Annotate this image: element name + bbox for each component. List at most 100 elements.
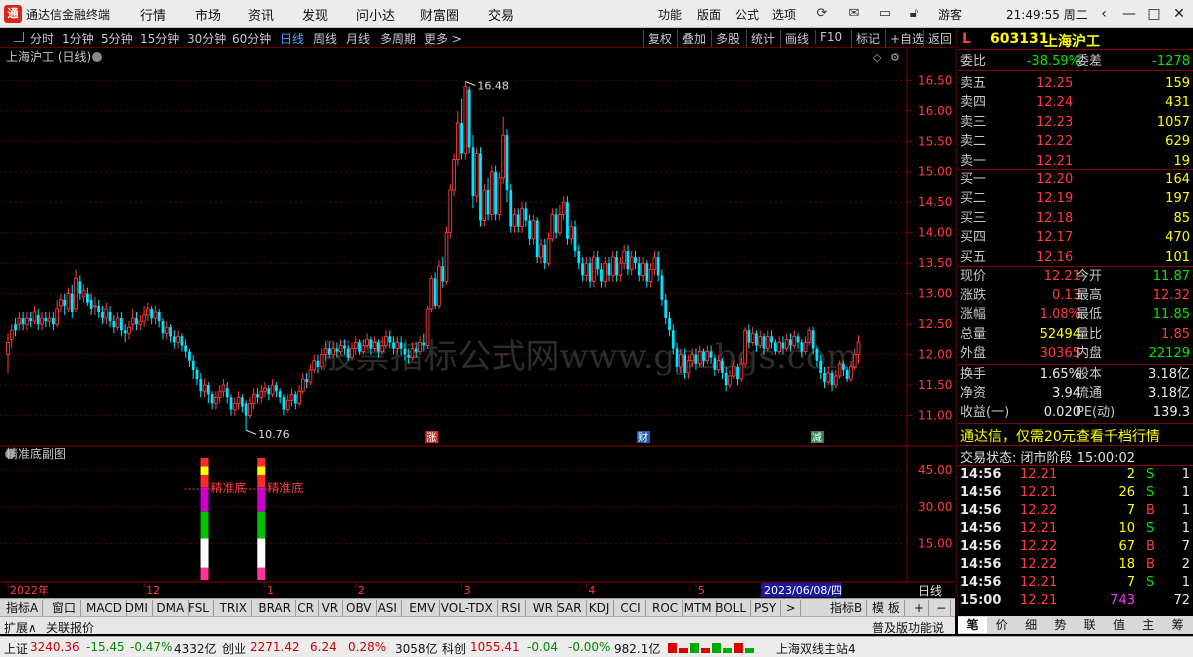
timeframe-tab[interactable]: 周线 xyxy=(313,30,337,47)
detail-tab[interactable]: 价 xyxy=(987,617,1016,633)
collapse-icon[interactable] xyxy=(14,32,24,42)
timeframe-tab[interactable]: 分时 xyxy=(30,30,54,47)
detail-tab[interactable]: 值 xyxy=(1105,617,1134,633)
detail-tab[interactable]: 笔 xyxy=(958,617,987,633)
indicator-tab[interactable]: CR xyxy=(293,600,319,616)
indicator-tab[interactable]: EMV xyxy=(405,600,441,616)
candle-body xyxy=(577,251,581,264)
minimize-button[interactable]: — xyxy=(1117,3,1141,25)
chart-tool-button[interactable]: +自选 xyxy=(885,30,924,47)
detail-tab[interactable]: 筹 xyxy=(1163,617,1192,633)
indicator-right-tab[interactable]: 模 板 xyxy=(868,600,905,616)
chart-tool-button[interactable]: F10 xyxy=(815,30,842,44)
menu-item[interactable]: 资讯 xyxy=(248,5,274,24)
indicator-tab[interactable]: ROC xyxy=(648,600,684,616)
candle xyxy=(146,302,150,322)
close-button[interactable]: ✕ xyxy=(1167,3,1191,25)
maximize-button[interactable]: □ xyxy=(1142,3,1166,25)
related-quotes-button[interactable]: 关联报价 xyxy=(46,619,94,636)
menu-item[interactable]: 问小达 xyxy=(356,5,395,24)
indicator-tab[interactable]: TRIX xyxy=(216,600,253,616)
indicator-tab[interactable]: DMI xyxy=(121,600,153,616)
promo-link[interactable]: 通达信，仅需20元查看千档行情 xyxy=(960,426,1160,446)
candle xyxy=(104,302,109,325)
indicator-tab[interactable]: FSL xyxy=(184,600,214,616)
indicator-tab[interactable]: VOL-TDX xyxy=(437,600,498,616)
refresh-icon[interactable]: ⟳ xyxy=(812,4,832,24)
candle-body xyxy=(486,190,490,215)
indicator-tab[interactable]: CCI xyxy=(616,600,646,616)
chart-tool-button[interactable]: 复权 xyxy=(643,30,672,47)
candle-body xyxy=(66,293,71,310)
right-menu-item[interactable]: 功能 xyxy=(658,6,682,23)
timeframe-tab[interactable]: 60分钟 xyxy=(232,30,271,47)
user-login[interactable]: 游客 xyxy=(938,6,962,23)
menu-item[interactable]: 财富圈 xyxy=(420,5,459,24)
chart-area[interactable]: 上海沪工 (日线) ◇ ⚙ 16.50 16.00 15.50 15.00 14.50 1… xyxy=(0,48,955,612)
menu-item[interactable]: 交易 xyxy=(488,5,514,24)
indicator-right-tab[interactable]: 指标B xyxy=(826,600,868,616)
indicator-tab[interactable]: SAR xyxy=(553,600,587,616)
menu-item[interactable]: 市场 xyxy=(195,5,221,24)
indicator-right-tab[interactable]: − xyxy=(932,600,952,616)
menu-item[interactable]: 发现 xyxy=(302,5,328,24)
right-menu-item[interactable]: 公式 xyxy=(735,6,759,23)
tick-count: 72 xyxy=(1173,593,1190,608)
display-icon[interactable]: ▭ xyxy=(875,4,895,24)
timeframe-tab[interactable]: 日线 xyxy=(280,30,304,47)
indicator-tab[interactable]: > xyxy=(782,600,801,616)
right-menu-item[interactable]: 选项 xyxy=(772,6,796,23)
indicator-tab[interactable]: 窗口 xyxy=(48,600,82,616)
candle-body xyxy=(36,315,40,325)
detail-tab[interactable]: 细 xyxy=(1017,617,1046,633)
indicator-tab[interactable]: VR xyxy=(318,600,344,616)
lock-icon[interactable]: 🔓︎ xyxy=(904,4,924,24)
timeframe-tab[interactable]: 5分钟 xyxy=(101,30,133,47)
diamond-icon[interactable]: ◇ xyxy=(873,51,882,64)
timeframe-tab[interactable]: 30分钟 xyxy=(187,30,226,47)
back-icon[interactable]: ‹ xyxy=(1092,3,1116,25)
timeframe-tab[interactable]: 1分钟 xyxy=(62,30,94,47)
event-markers: 涨财减 xyxy=(425,431,824,444)
candle xyxy=(444,226,449,285)
menu-item[interactable]: 行情 xyxy=(140,5,166,24)
candle-body xyxy=(346,348,350,358)
indicator-tab[interactable]: OBV xyxy=(342,600,377,616)
tick-time: 15:00 xyxy=(960,593,1002,608)
chart-tool-button[interactable]: 多股 xyxy=(711,30,740,47)
chart-tool-button[interactable]: 返回 xyxy=(923,30,952,47)
mail-icon[interactable]: ✉ xyxy=(844,4,864,24)
indicator-tab[interactable]: RSI xyxy=(497,600,526,616)
candle-body xyxy=(361,345,366,353)
indicator-right-tab[interactable]: + xyxy=(910,600,930,616)
timeframe-tab[interactable]: 15分钟 xyxy=(140,30,179,47)
settings-icon[interactable]: ⚙ xyxy=(890,51,900,64)
candle-body xyxy=(127,326,131,334)
expand-button[interactable]: 扩展∧ xyxy=(4,619,37,636)
detail-tab[interactable]: 联 xyxy=(1075,617,1104,633)
indicator-tab[interactable]: BOLL xyxy=(711,600,752,616)
server-name[interactable]: 上海双线主站4 xyxy=(776,640,856,657)
indicator-tab[interactable]: BRAR xyxy=(254,600,297,616)
timeframe-tab[interactable]: 更多 > xyxy=(424,30,462,47)
indicator-tab[interactable]: PSY xyxy=(750,600,782,616)
indicator-tab[interactable]: 指标A xyxy=(2,600,44,616)
chart-tool-button[interactable]: 画线 xyxy=(780,30,809,47)
right-menu-item[interactable]: 版面 xyxy=(697,6,721,23)
candle-body xyxy=(232,402,237,410)
timeframe-tab[interactable]: 月线 xyxy=(346,30,370,47)
chart-tool-button[interactable]: 标记 xyxy=(851,30,880,47)
detail-tab[interactable]: 主 xyxy=(1134,617,1163,633)
chevron-down-icon[interactable] xyxy=(92,52,102,62)
candle xyxy=(509,183,513,233)
chart-tool-button[interactable]: 叠加 xyxy=(677,30,706,47)
indicator-tab[interactable]: KDJ xyxy=(585,600,615,616)
period-label[interactable]: 日线 xyxy=(918,584,942,598)
detail-tab[interactable]: 势 xyxy=(1046,617,1075,633)
candle xyxy=(425,305,430,349)
tick-volume: 67 xyxy=(1118,539,1135,554)
level-price: 12.23 xyxy=(1036,114,1074,130)
chart-tool-button[interactable]: 统计 xyxy=(746,30,775,47)
timeframe-tab[interactable]: 多周期 xyxy=(380,30,416,47)
indicator-tab[interactable]: ASI xyxy=(374,600,402,616)
